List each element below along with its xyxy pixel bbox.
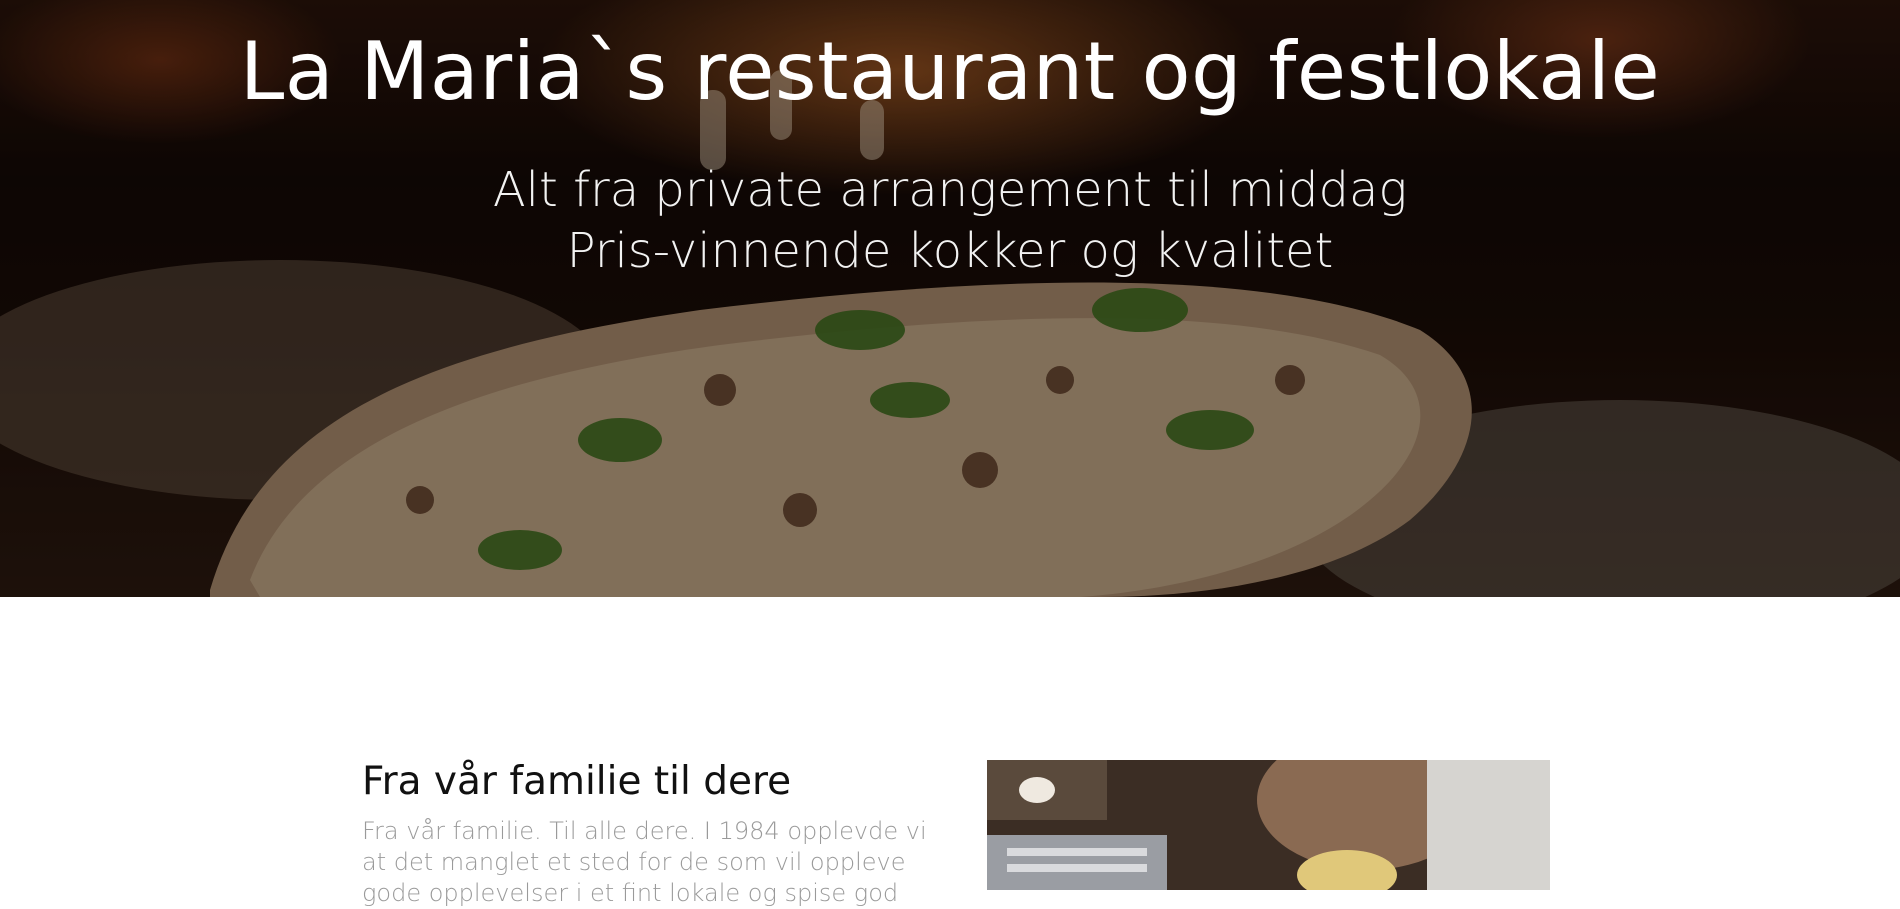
- about-section: Fra vår familie til dere Fra vår familie…: [362, 756, 932, 909]
- chef-image: [987, 760, 1550, 890]
- page-title: La Maria`s restaurant og festlokale: [239, 25, 1661, 118]
- about-heading: Fra vår familie til dere: [362, 759, 792, 804]
- hero-subtitle: Alt fra private arrangement til middag P…: [0, 160, 1900, 282]
- chef-photo: [987, 760, 1550, 890]
- hero-section: La Maria`s restaurant og festlokale Alt …: [0, 0, 1900, 597]
- subtitle-line-2: Pris-vinnende kokker og kvalitet: [566, 223, 1334, 279]
- subtitle-line-1: Alt fra private arrangement til middag: [492, 162, 1408, 218]
- about-text: Fra vår familie. Til alle dere. I 1984 o…: [362, 817, 927, 907]
